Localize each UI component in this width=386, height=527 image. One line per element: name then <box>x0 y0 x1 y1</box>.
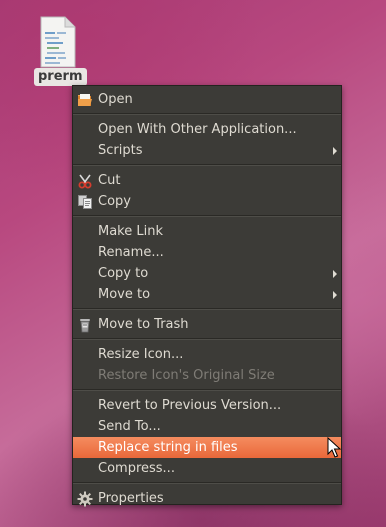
trash-icon <box>77 317 93 333</box>
menu-item-label: Open <box>98 92 133 107</box>
submenu-arrow-icon <box>333 270 337 278</box>
menu-item-label: Resize Icon... <box>98 347 184 362</box>
menu-item-label: Send To... <box>98 419 161 434</box>
menu-item-label: Properties <box>98 491 164 506</box>
menu-item-cut[interactable]: Cut <box>73 170 341 191</box>
text-file-icon[interactable] <box>38 16 78 68</box>
menu-item-move-to-trash[interactable]: Move to Trash <box>73 314 341 335</box>
submenu-arrow-icon <box>333 291 337 299</box>
menu-separator <box>73 215 341 217</box>
desktop: prerm Open Open With Other Application...… <box>0 0 386 527</box>
menu-item-open[interactable]: Open <box>73 89 341 110</box>
menu-item-scripts[interactable]: Scripts <box>73 140 341 161</box>
folder-open-icon <box>77 92 93 108</box>
menu-item-copy[interactable]: Copy <box>73 191 341 212</box>
submenu-arrow-icon <box>333 147 337 155</box>
menu-item-rename[interactable]: Rename... <box>73 242 341 263</box>
menu-item-label: Copy <box>98 194 131 209</box>
menu-item-copy-to[interactable]: Copy to <box>73 263 341 284</box>
menu-separator <box>73 389 341 391</box>
menu-item-label: Copy to <box>98 266 149 281</box>
scissors-icon <box>77 173 93 189</box>
menu-item-label: Replace string in files <box>98 440 238 455</box>
menu-item-restore-icon-s-original-size: Restore Icon's Original Size <box>73 365 341 386</box>
menu-item-label: Cut <box>98 173 121 188</box>
menu-separator <box>73 113 341 115</box>
menu-item-label: Compress... <box>98 461 175 476</box>
menu-separator <box>73 308 341 310</box>
menu-item-label: Open With Other Application... <box>98 122 297 137</box>
menu-item-send-to[interactable]: Send To... <box>73 416 341 437</box>
menu-item-move-to[interactable]: Move to <box>73 284 341 305</box>
menu-item-make-link[interactable]: Make Link <box>73 221 341 242</box>
menu-item-label: Move to Trash <box>98 317 189 332</box>
menu-item-revert-to-previous-version[interactable]: Revert to Previous Version... <box>73 395 341 416</box>
copy-icon <box>77 194 93 210</box>
file-name-label[interactable]: prerm <box>34 68 87 86</box>
menu-item-open-with-other-application[interactable]: Open With Other Application... <box>73 119 341 140</box>
mouse-cursor-icon <box>327 436 342 459</box>
menu-item-label: Move to <box>98 287 151 302</box>
menu-item-compress[interactable]: Compress... <box>73 458 341 479</box>
menu-item-label: Revert to Previous Version... <box>98 398 282 413</box>
menu-item-label: Make Link <box>98 224 163 239</box>
menu-item-resize-icon[interactable]: Resize Icon... <box>73 344 341 365</box>
gear-icon <box>77 491 93 507</box>
menu-separator <box>73 482 341 484</box>
menu-item-replace-string-in-files[interactable]: Replace string in files <box>73 437 341 458</box>
menu-separator <box>73 164 341 166</box>
context-menu: Open Open With Other Application... Script… <box>72 85 342 507</box>
menu-item-properties[interactable]: Properties <box>73 488 341 509</box>
menu-item-label: Restore Icon's Original Size <box>98 368 275 383</box>
menu-item-label: Rename... <box>98 245 164 260</box>
menu-item-label: Scripts <box>98 143 143 158</box>
menu-separator <box>73 338 341 340</box>
